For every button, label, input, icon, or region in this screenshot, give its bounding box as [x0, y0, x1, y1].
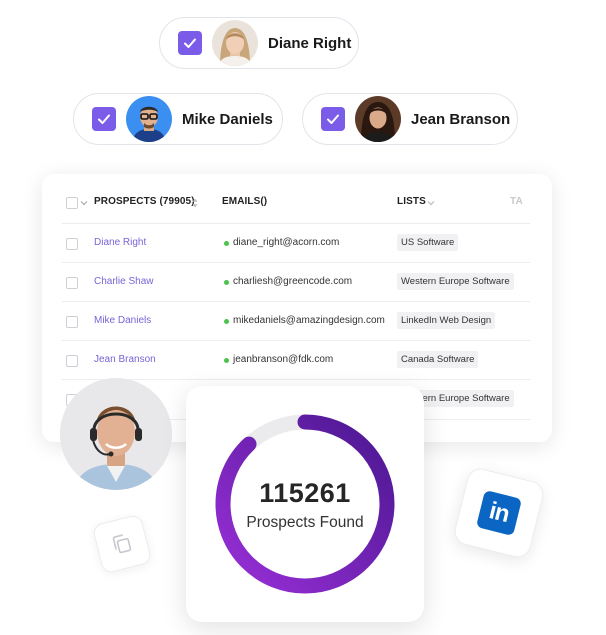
avatar: [126, 96, 172, 142]
copy-icon: [112, 534, 132, 554]
sort-icon[interactable]: [192, 198, 198, 208]
checkbox-checked[interactable]: [92, 107, 116, 131]
table-row[interactable]: Charlie Shaw charliesh@greencode.com Wes…: [62, 262, 530, 302]
linkedin-tile[interactable]: in: [451, 465, 547, 561]
list-tag: Western Europe Software: [397, 273, 514, 290]
chip-mike-daniels[interactable]: Mike Daniels: [73, 93, 283, 145]
header-tags[interactable]: TA: [510, 196, 523, 207]
chip-diane-right[interactable]: Diane Right: [159, 17, 359, 69]
status-dot: [224, 241, 229, 246]
avatar: [212, 20, 258, 66]
chip-name: Jean Branson: [411, 110, 511, 128]
list-tag: US Software: [397, 234, 459, 251]
linkedin-icon: in: [475, 489, 523, 537]
select-all-checkbox[interactable]: [66, 197, 78, 209]
prospect-name-link[interactable]: Mike Daniels: [94, 315, 151, 326]
prospect-name-link[interactable]: Diane Right: [94, 237, 146, 248]
prospect-name-link[interactable]: Jean Branson: [94, 354, 156, 365]
prospects-count: 115261: [259, 478, 351, 508]
avatar-woman-blonde: [212, 20, 258, 66]
chip-name: Mike Daniels: [182, 110, 273, 128]
header-lists[interactable]: LISTS: [397, 196, 426, 207]
chip-jean-branson[interactable]: Jean Branson: [302, 93, 518, 145]
table-row[interactable]: Diane Right diane_right@acorn.com US Sof…: [62, 223, 530, 263]
avatar-woman-dark-hair: [355, 96, 401, 142]
avatar-man-glasses: [126, 96, 172, 142]
support-agent-avatar: [60, 378, 172, 490]
prospects-found-card: 115261 Prospects Found: [186, 386, 424, 622]
check-icon: [327, 114, 339, 124]
checkbox-checked[interactable]: [321, 107, 345, 131]
row-checkbox[interactable]: [66, 277, 78, 289]
prospect-email: mikedaniels@amazingdesign.com: [233, 315, 385, 326]
header-emails[interactable]: EMAILS(): [222, 196, 267, 207]
prospect-email: diane_right@acorn.com: [233, 237, 340, 248]
checkbox-checked[interactable]: [178, 31, 202, 55]
table-row[interactable]: Mike Daniels mikedaniels@amazingdesign.c…: [62, 301, 530, 341]
status-dot: [224, 319, 229, 324]
chip-name: Diane Right: [268, 34, 352, 52]
prospect-name-link[interactable]: Charlie Shaw: [94, 276, 153, 287]
table-row[interactable]: Jean Branson jeanbranson@fdk.com Canada …: [62, 340, 530, 380]
status-dot: [224, 358, 229, 363]
support-agent-image: [60, 378, 172, 490]
prospects-found-label: Prospects Found: [246, 514, 364, 531]
row-checkbox[interactable]: [66, 355, 78, 367]
check-icon: [98, 114, 110, 124]
row-checkbox[interactable]: [66, 316, 78, 328]
chevron-down-icon[interactable]: [427, 199, 435, 207]
copy-tile[interactable]: [91, 513, 153, 575]
chevron-down-icon[interactable]: [80, 199, 88, 207]
avatar: [355, 96, 401, 142]
prospect-email: jeanbranson@fdk.com: [233, 354, 334, 365]
status-dot: [224, 280, 229, 285]
prospect-email: charliesh@greencode.com: [233, 276, 353, 287]
list-tag: Canada Software: [397, 351, 479, 368]
header-prospects[interactable]: PROSPECTS (79905): [94, 196, 195, 207]
check-icon: [184, 38, 196, 48]
list-tag: LinkedIn Web Design: [397, 312, 496, 329]
row-checkbox[interactable]: [66, 238, 78, 250]
